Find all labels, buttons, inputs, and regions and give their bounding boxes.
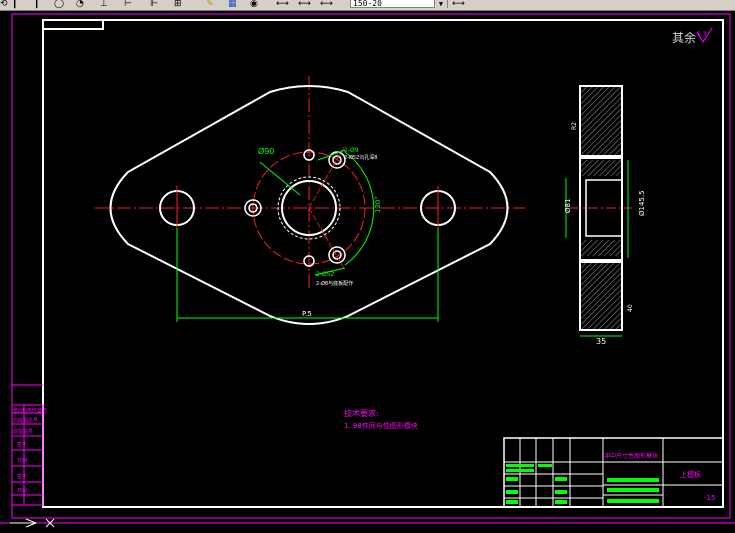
side-register-panel: 借(通)用件登记 旧底图总号 底图总号 签字 日期 签字 日期 (11, 384, 47, 506)
side-row-7: 日期 (17, 488, 27, 494)
side-row-1: 借(通)用件登记 (13, 407, 47, 414)
frame-tab (43, 20, 104, 30)
layer-icon[interactable]: ▦ (228, 0, 237, 9)
rotate-tool-icon[interactable]: ┃ (34, 0, 39, 9)
roughness-label: 其余 (672, 30, 696, 45)
chevron-down-icon[interactable]: ▼ (434, 0, 447, 8)
dim-aligned-icon[interactable]: ⟷ (298, 0, 311, 9)
side-lower-section (579, 261, 623, 331)
ucs-bar (0, 514, 735, 528)
dim-linear-icon[interactable]: ⟷ (276, 0, 289, 9)
circle-icon[interactable]: ◯ (54, 0, 64, 9)
rotate-icon[interactable]: ◔ (76, 0, 84, 9)
front-view: P.5 Ø90 2-Ø9 2-Ø52沉孔深8 120° 2-Ø52 2-Ø8与底… (95, 76, 525, 325)
dim-pin-holes: 2-Ø9 (344, 147, 359, 154)
dim-angular-icon[interactable]: ⟷ (320, 0, 333, 9)
side-width: 35 (596, 337, 606, 346)
properties-icon[interactable]: ◉ (250, 0, 258, 9)
side-row-4: 签字 (17, 441, 27, 448)
text-tool-icon[interactable]: ⊥ (100, 0, 108, 9)
side-top-note: R2 (571, 122, 578, 130)
dim-hole-diameter: Ø90 (258, 146, 274, 156)
zoom-pan-icon[interactable]: ⟲ (0, 0, 8, 9)
side-upper-section (579, 85, 623, 157)
roughness-symbol-icon: 6.3 (696, 27, 713, 43)
tech-line-1: 1. 98件同与性图形模块 (344, 421, 418, 430)
table-icon[interactable]: ⊞ (174, 0, 182, 9)
dim-small-holes: 2-Ø52 (316, 271, 335, 278)
side-view: Ø81 Ø145.5 R2 40 35 (564, 85, 646, 346)
dim-style-value: 150-20 (353, 0, 382, 8)
title-block-number: -15 (704, 494, 715, 502)
dim-pin-holes-note: 2-Ø8与底板配作 (316, 280, 353, 287)
side-dim-left: Ø81 (564, 199, 572, 213)
dim-pcd: P.5 (302, 310, 312, 318)
title-block: 冲中尺寸性图形模块 上模板 -15 (503, 437, 724, 508)
dim-style-select[interactable]: 150-20 ▼ (350, 0, 448, 8)
dim-angle: 120° (374, 196, 382, 213)
tech-title: 技术要求: (344, 408, 379, 418)
dim-small-holes-note: 2-Ø52沉孔深8 (344, 154, 377, 161)
roughness-value: 6.3 (697, 31, 707, 38)
side-dim-bottom: 40 (627, 304, 634, 312)
line-tool-icon[interactable]: ⊢ (124, 0, 132, 9)
side-row-6: 签字 (17, 473, 27, 480)
title-block-name: 冲中尺寸性图形模块 (604, 452, 658, 460)
side-dim-right: Ø145.5 (638, 190, 646, 216)
side-row-2: 旧底图总号 (13, 417, 38, 424)
side-row-3: 底图总号 (13, 428, 33, 435)
side-row-5: 日期 (17, 458, 27, 464)
pencil-icon[interactable]: ✎ (206, 0, 214, 9)
model-space-canvas[interactable]: 借(通)用件登记 旧底图总号 底图总号 签字 日期 签字 日期 其余 6.3 P… (0, 11, 735, 526)
dimension-icon[interactable]: ⊩ (150, 0, 158, 9)
dim-style-icon[interactable]: ⟷ (452, 0, 465, 9)
title-block-part: 上模板 (680, 470, 701, 479)
circle-tool-icon[interactable]: ┃ (12, 0, 17, 9)
cad-toolbar: ⟲ ┃ ┃ ◯ ◔ ⊥ ⊢ ⊩ ⊞ ✎ ▦ ◉ ⟷ ⟷ ⟷ 150-20 ▼ ⟷ (0, 0, 735, 11)
